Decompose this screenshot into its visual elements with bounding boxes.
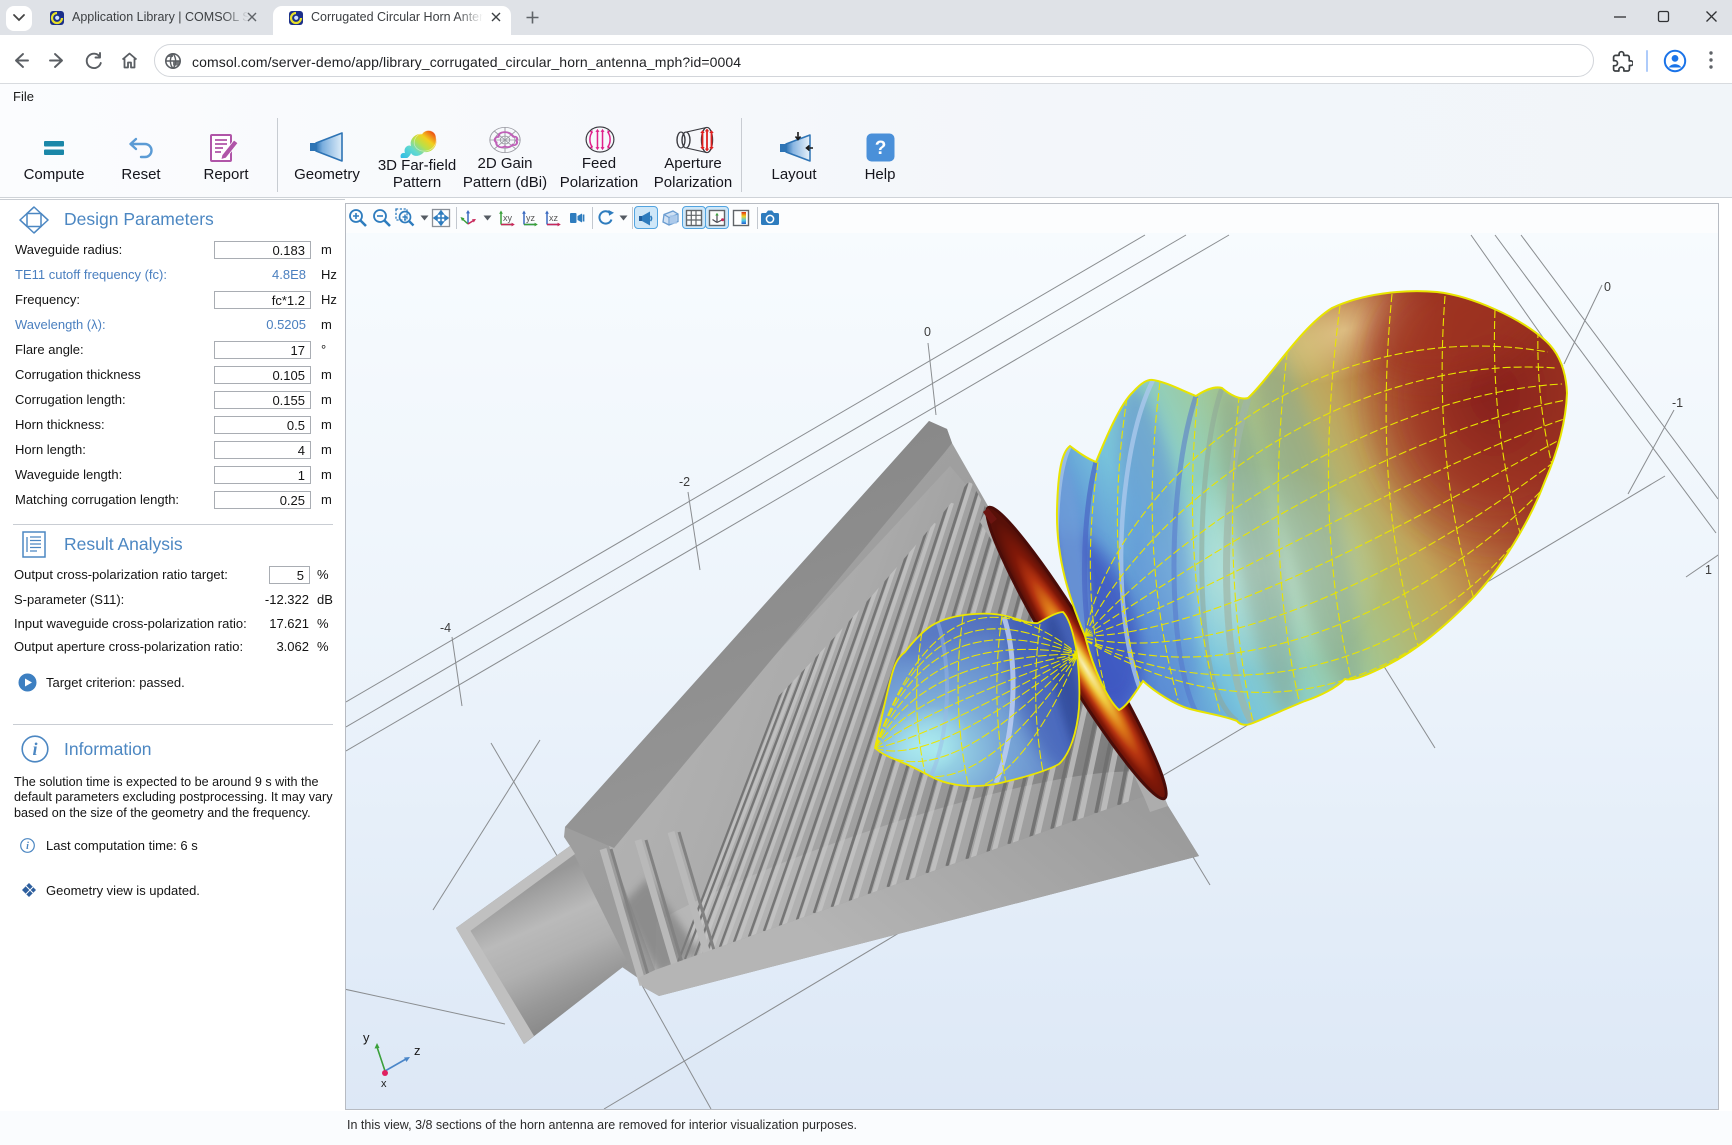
- svg-text:i: i: [26, 841, 29, 852]
- svg-text:0: 0: [924, 325, 931, 339]
- svg-text:?: ?: [875, 138, 887, 159]
- svg-text:xy: xy: [503, 213, 513, 223]
- svg-text:i: i: [32, 739, 37, 759]
- svg-text:yz: yz: [526, 213, 536, 223]
- svg-text:xz: xz: [549, 213, 559, 223]
- svg-text:y: y: [363, 1030, 370, 1045]
- svg-text:1: 1: [1705, 563, 1712, 577]
- svg-text:0: 0: [1604, 280, 1611, 294]
- svg-text:z: z: [414, 1043, 421, 1058]
- svg-text:-1: -1: [1672, 396, 1683, 410]
- svg-text:x: x: [381, 1078, 387, 1090]
- svg-text:-4: -4: [440, 621, 451, 635]
- svg-text:-2: -2: [679, 475, 690, 489]
